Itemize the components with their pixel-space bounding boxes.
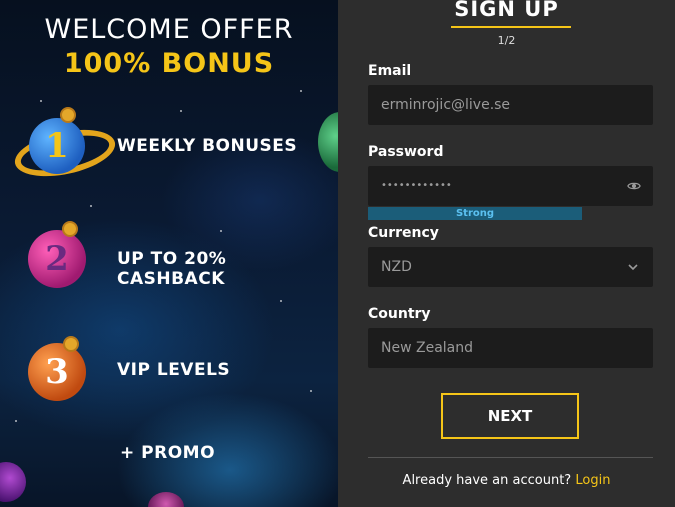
star (40, 100, 42, 102)
welcome-offer-title: WELCOME OFFER (44, 14, 294, 45)
eye-icon[interactable] (627, 179, 641, 193)
divider (368, 457, 653, 458)
signup-panel: SIGN UP 1/2 Email erminrojic@live.se Pas… (338, 0, 675, 507)
green-planet-decoration (318, 112, 338, 172)
pink-planet-decoration (148, 492, 184, 507)
star (15, 420, 17, 422)
currency-label: Currency (368, 225, 439, 241)
password-value: •••••••••••• (381, 180, 452, 191)
step-indicator: 1/2 (497, 34, 516, 47)
signup-title: SIGN UP (454, 0, 559, 21)
title-underline (451, 26, 571, 28)
promo-panel: WELCOME OFFER 100% BONUS 1 WEEKLY BONUSE… (0, 0, 338, 507)
email-field[interactable]: erminrojic@live.se (368, 85, 653, 125)
chevron-down-icon (628, 264, 638, 271)
currency-value: NZD (381, 259, 412, 275)
star (300, 90, 302, 92)
feature-cashback: UP TO 20% CASHBACK (117, 249, 227, 289)
login-prompt: Already have an account? Login (338, 473, 675, 488)
email-label: Email (368, 63, 412, 79)
country-label: Country (368, 306, 431, 322)
feature-vip-levels: VIP LEVELS (117, 360, 231, 380)
planet-2-icon: 2 (28, 230, 86, 288)
planet-1-icon: 1 (29, 118, 85, 174)
medal-icon (63, 336, 79, 352)
password-strength-bar: Strong (368, 207, 582, 220)
medal-icon (60, 107, 76, 123)
star (280, 300, 282, 302)
star (90, 205, 92, 207)
password-field[interactable]: •••••••••••• (368, 166, 653, 206)
planet-3-icon: 3 (28, 343, 86, 401)
feature-weekly-bonuses: WEEKLY BONUSES (117, 136, 298, 156)
password-label: Password (368, 144, 444, 160)
next-button[interactable]: NEXT (441, 393, 579, 439)
country-field[interactable]: New Zealand (368, 328, 653, 368)
currency-select[interactable]: NZD (368, 247, 653, 287)
feature-promo: + PROMO (120, 443, 216, 463)
star (220, 230, 222, 232)
star (180, 110, 182, 112)
medal-icon (62, 221, 78, 237)
footer-text: Already have an account? (402, 473, 572, 488)
login-link[interactable]: Login (575, 473, 610, 488)
bonus-title: 100% BONUS (63, 48, 275, 79)
star (310, 390, 312, 392)
purple-planet-decoration (0, 462, 26, 502)
